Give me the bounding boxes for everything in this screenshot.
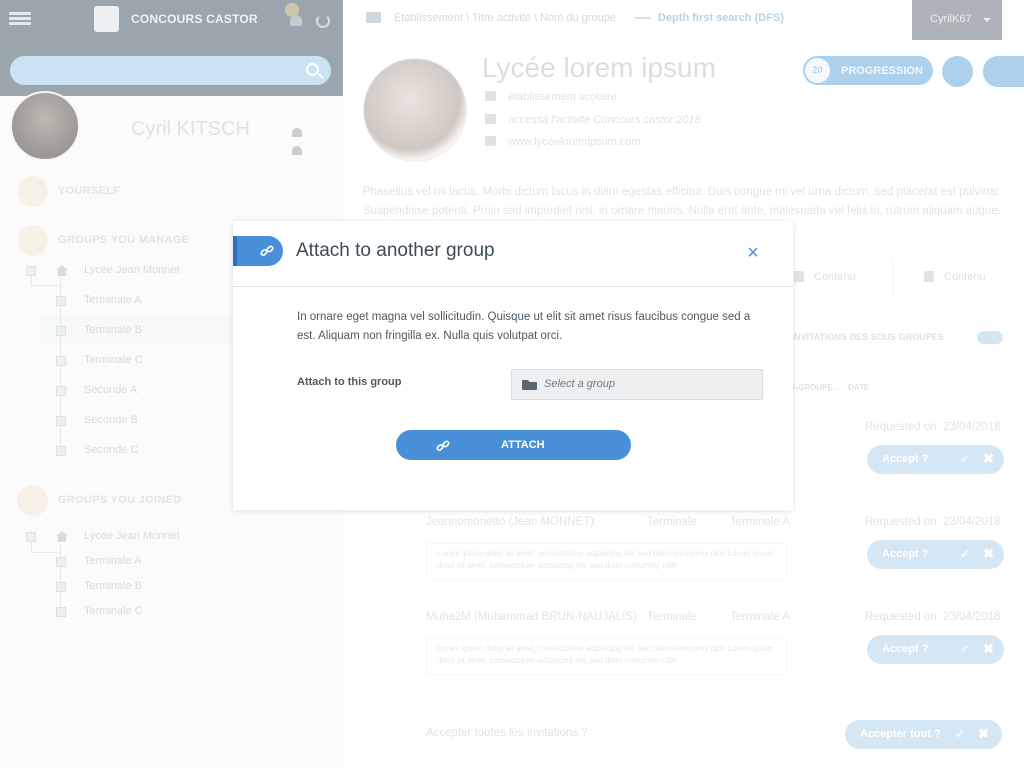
modal-description: In ornare eget magna vel sollicitudin. Q…	[297, 311, 751, 342]
group-select-placeholder: Select a group	[544, 378, 615, 390]
folder-icon	[522, 380, 537, 390]
attach-field-label: Attach to this group	[297, 376, 402, 388]
close-icon[interactable]: ×	[744, 243, 762, 263]
attach-button-label: ATTACH	[501, 439, 545, 451]
link-icon	[260, 245, 274, 257]
app-window: CONCOURS CASTOR Cyril KITSCH YOURSELF GR…	[0, 0, 1024, 768]
modal-title: Attach to another group	[296, 240, 495, 261]
group-select[interactable]: Select a group	[511, 369, 763, 400]
modal-header: Attach to another group ×	[233, 221, 793, 287]
link-icon	[436, 440, 450, 452]
modal-badge	[233, 236, 283, 266]
attach-button[interactable]: ATTACH	[396, 430, 631, 460]
attach-group-modal: Attach to another group × In ornare eget…	[233, 221, 793, 510]
